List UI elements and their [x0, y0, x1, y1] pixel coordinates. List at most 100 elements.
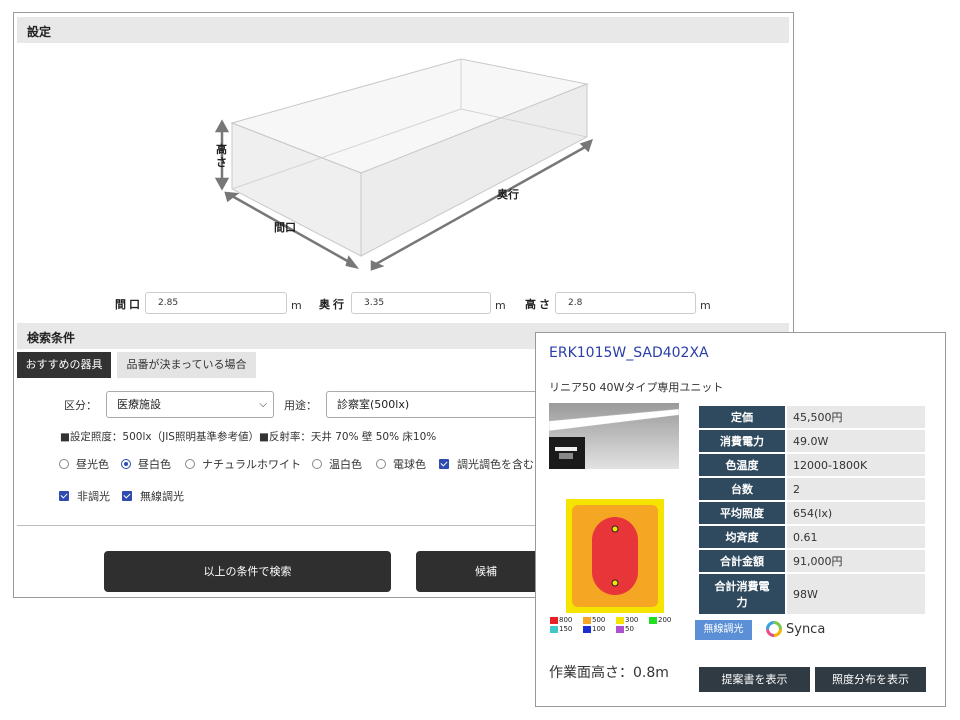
usage-value: 診察室(500lx) — [337, 398, 410, 411]
legend-label: 500 — [592, 616, 606, 624]
tab-known-model[interactable]: 品番が決まっている場合 — [117, 352, 256, 378]
spec-value: 49.0W — [787, 430, 925, 452]
spec-label: 定価 — [699, 406, 785, 428]
depth-input[interactable]: 3.35 — [351, 292, 491, 314]
room-illustration — [214, 58, 593, 271]
show-distribution-button[interactable]: 照度分布を表示 — [815, 667, 926, 692]
legend-label: 300 — [625, 616, 639, 624]
check-non-dimming-label: 非調光 — [77, 490, 110, 503]
radio-warm-white-label: 温白色 — [329, 458, 362, 471]
radio-icon — [59, 459, 69, 469]
radio-bulb-color[interactable]: 電球色 — [376, 456, 426, 472]
product-name[interactable]: ERK1015W_SAD402XA — [549, 345, 709, 361]
legend-item: 500 — [583, 616, 616, 624]
chevron-down-icon: ⌵ — [259, 399, 267, 410]
spec-label: 台数 — [699, 478, 785, 500]
spec-label: 色温度 — [699, 454, 785, 476]
radio-natural-white-label: ナチュラルホワイト — [202, 458, 301, 471]
radio-daylight[interactable]: 昼光色 — [59, 456, 109, 472]
spec-row: 均斉度 0.61 — [699, 526, 925, 548]
spec-row: 合計金額 91,000円 — [699, 550, 925, 572]
wireless-dimming-badge: 無線調光 — [695, 620, 752, 640]
height-field-label: 高さ — [525, 298, 553, 311]
spec-value: 91,000円 — [787, 550, 925, 572]
frontage-input[interactable]: 2.85 — [145, 292, 287, 314]
category-select[interactable]: 医療施設 ⌵ — [106, 391, 274, 418]
spec-label: 均斉度 — [699, 526, 785, 548]
legend-row-2: 150 100 50 — [550, 625, 649, 633]
legend-swatch — [550, 625, 558, 633]
legend-label: 100 — [592, 625, 606, 633]
spec-label: 合計消費電力 — [699, 574, 785, 614]
legend-label: 50 — [625, 625, 634, 633]
spec-value: 98W — [787, 574, 925, 614]
radio-icon — [185, 459, 195, 469]
legend-swatch — [583, 616, 591, 624]
spec-value: 45,500円 — [787, 406, 925, 428]
radio-natural-white[interactable]: ナチュラルホワイト — [185, 456, 301, 472]
depth-label: 奥行 — [497, 188, 519, 201]
product-photo — [549, 403, 679, 469]
height-input[interactable]: 2.8 — [555, 292, 696, 314]
check-wireless-dimming-label: 無線調光 — [140, 490, 184, 503]
spec-value: 12000-1800K — [787, 454, 925, 476]
legend-swatch — [649, 616, 657, 624]
tab-recommended[interactable]: おすすめの器具 — [17, 352, 111, 378]
spec-row: 定価 45,500円 — [699, 406, 925, 428]
legend-item: 150 — [550, 625, 583, 633]
checkbox-checked-icon — [439, 459, 449, 469]
height-label: 高さ — [216, 143, 227, 169]
product-description: リニア50 40Wタイプ専用ユニット — [549, 381, 724, 394]
check-wireless-dimming[interactable]: 無線調光 — [122, 488, 184, 504]
legend-item: 800 — [550, 616, 583, 624]
legend-swatch — [616, 625, 624, 633]
legend-row-1: 800 500 300 200 — [550, 616, 682, 624]
checkbox-checked-icon — [122, 491, 132, 501]
spec-label: 平均照度 — [699, 502, 785, 524]
spec-label: 消費電力 — [699, 430, 785, 452]
legend-swatch — [550, 616, 558, 624]
radio-icon — [376, 459, 386, 469]
legend-label: 800 — [559, 616, 573, 624]
spec-row: 平均照度 654(lx) — [699, 502, 925, 524]
spec-value: 654(lx) — [787, 502, 925, 524]
work-height: 作業面高さ：0.8m — [549, 665, 669, 681]
legend-item: 200 — [649, 616, 682, 624]
radio-bulb-color-label: 電球色 — [393, 458, 426, 471]
frontage-label: 間口 — [274, 221, 296, 234]
search-button[interactable]: 以上の条件で検索 — [104, 551, 391, 592]
category-label: 区分： — [64, 399, 97, 412]
spec-row: 合計消費電力 98W — [699, 574, 925, 614]
legend-item: 50 — [616, 625, 649, 633]
illuminance-map — [566, 499, 664, 613]
radio-checked-icon — [121, 459, 131, 469]
spec-label: 合計金額 — [699, 550, 785, 572]
show-proposal-button[interactable]: 提案書を表示 — [699, 667, 810, 692]
radio-day-white[interactable]: 昼白色 — [121, 456, 171, 472]
category-value: 医療施設 — [117, 398, 161, 411]
synca-brand-text: Synca — [786, 621, 826, 637]
check-include-tunable[interactable]: 調光調色を含む — [439, 456, 534, 472]
synca-ring-icon — [766, 621, 782, 637]
spec-row: 台数 2 — [699, 478, 925, 500]
height-unit: m — [700, 299, 711, 312]
legend-swatch — [616, 616, 624, 624]
radio-daylight-label: 昼光色 — [76, 458, 109, 471]
info-line: ■設定照度：500lx（JIS照明基準参考値）■反射率：天井 70% 壁 50%… — [60, 431, 437, 443]
legend-label: 200 — [658, 616, 672, 624]
legend-item: 100 — [583, 625, 616, 633]
usage-select[interactable]: 診察室(500lx) — [326, 391, 541, 418]
frontage-unit: m — [291, 299, 302, 312]
legend-item: 300 — [616, 616, 649, 624]
depth-unit: m — [495, 299, 506, 312]
spec-value: 0.61 — [787, 526, 925, 548]
frontage-field-label: 間口 — [115, 298, 143, 311]
radio-warm-white[interactable]: 温白色 — [312, 456, 362, 472]
radio-day-white-label: 昼白色 — [138, 458, 171, 471]
spec-table: 定価 45,500円 消費電力 49.0W 色温度 12000-1800K 台数 2 平… — [697, 404, 927, 616]
radio-icon — [312, 459, 322, 469]
check-non-dimming[interactable]: 非調光 — [59, 488, 110, 504]
legend-label: 150 — [559, 625, 573, 633]
spec-row: 色温度 12000-1800K — [699, 454, 925, 476]
usage-label: 用途： — [284, 399, 317, 412]
